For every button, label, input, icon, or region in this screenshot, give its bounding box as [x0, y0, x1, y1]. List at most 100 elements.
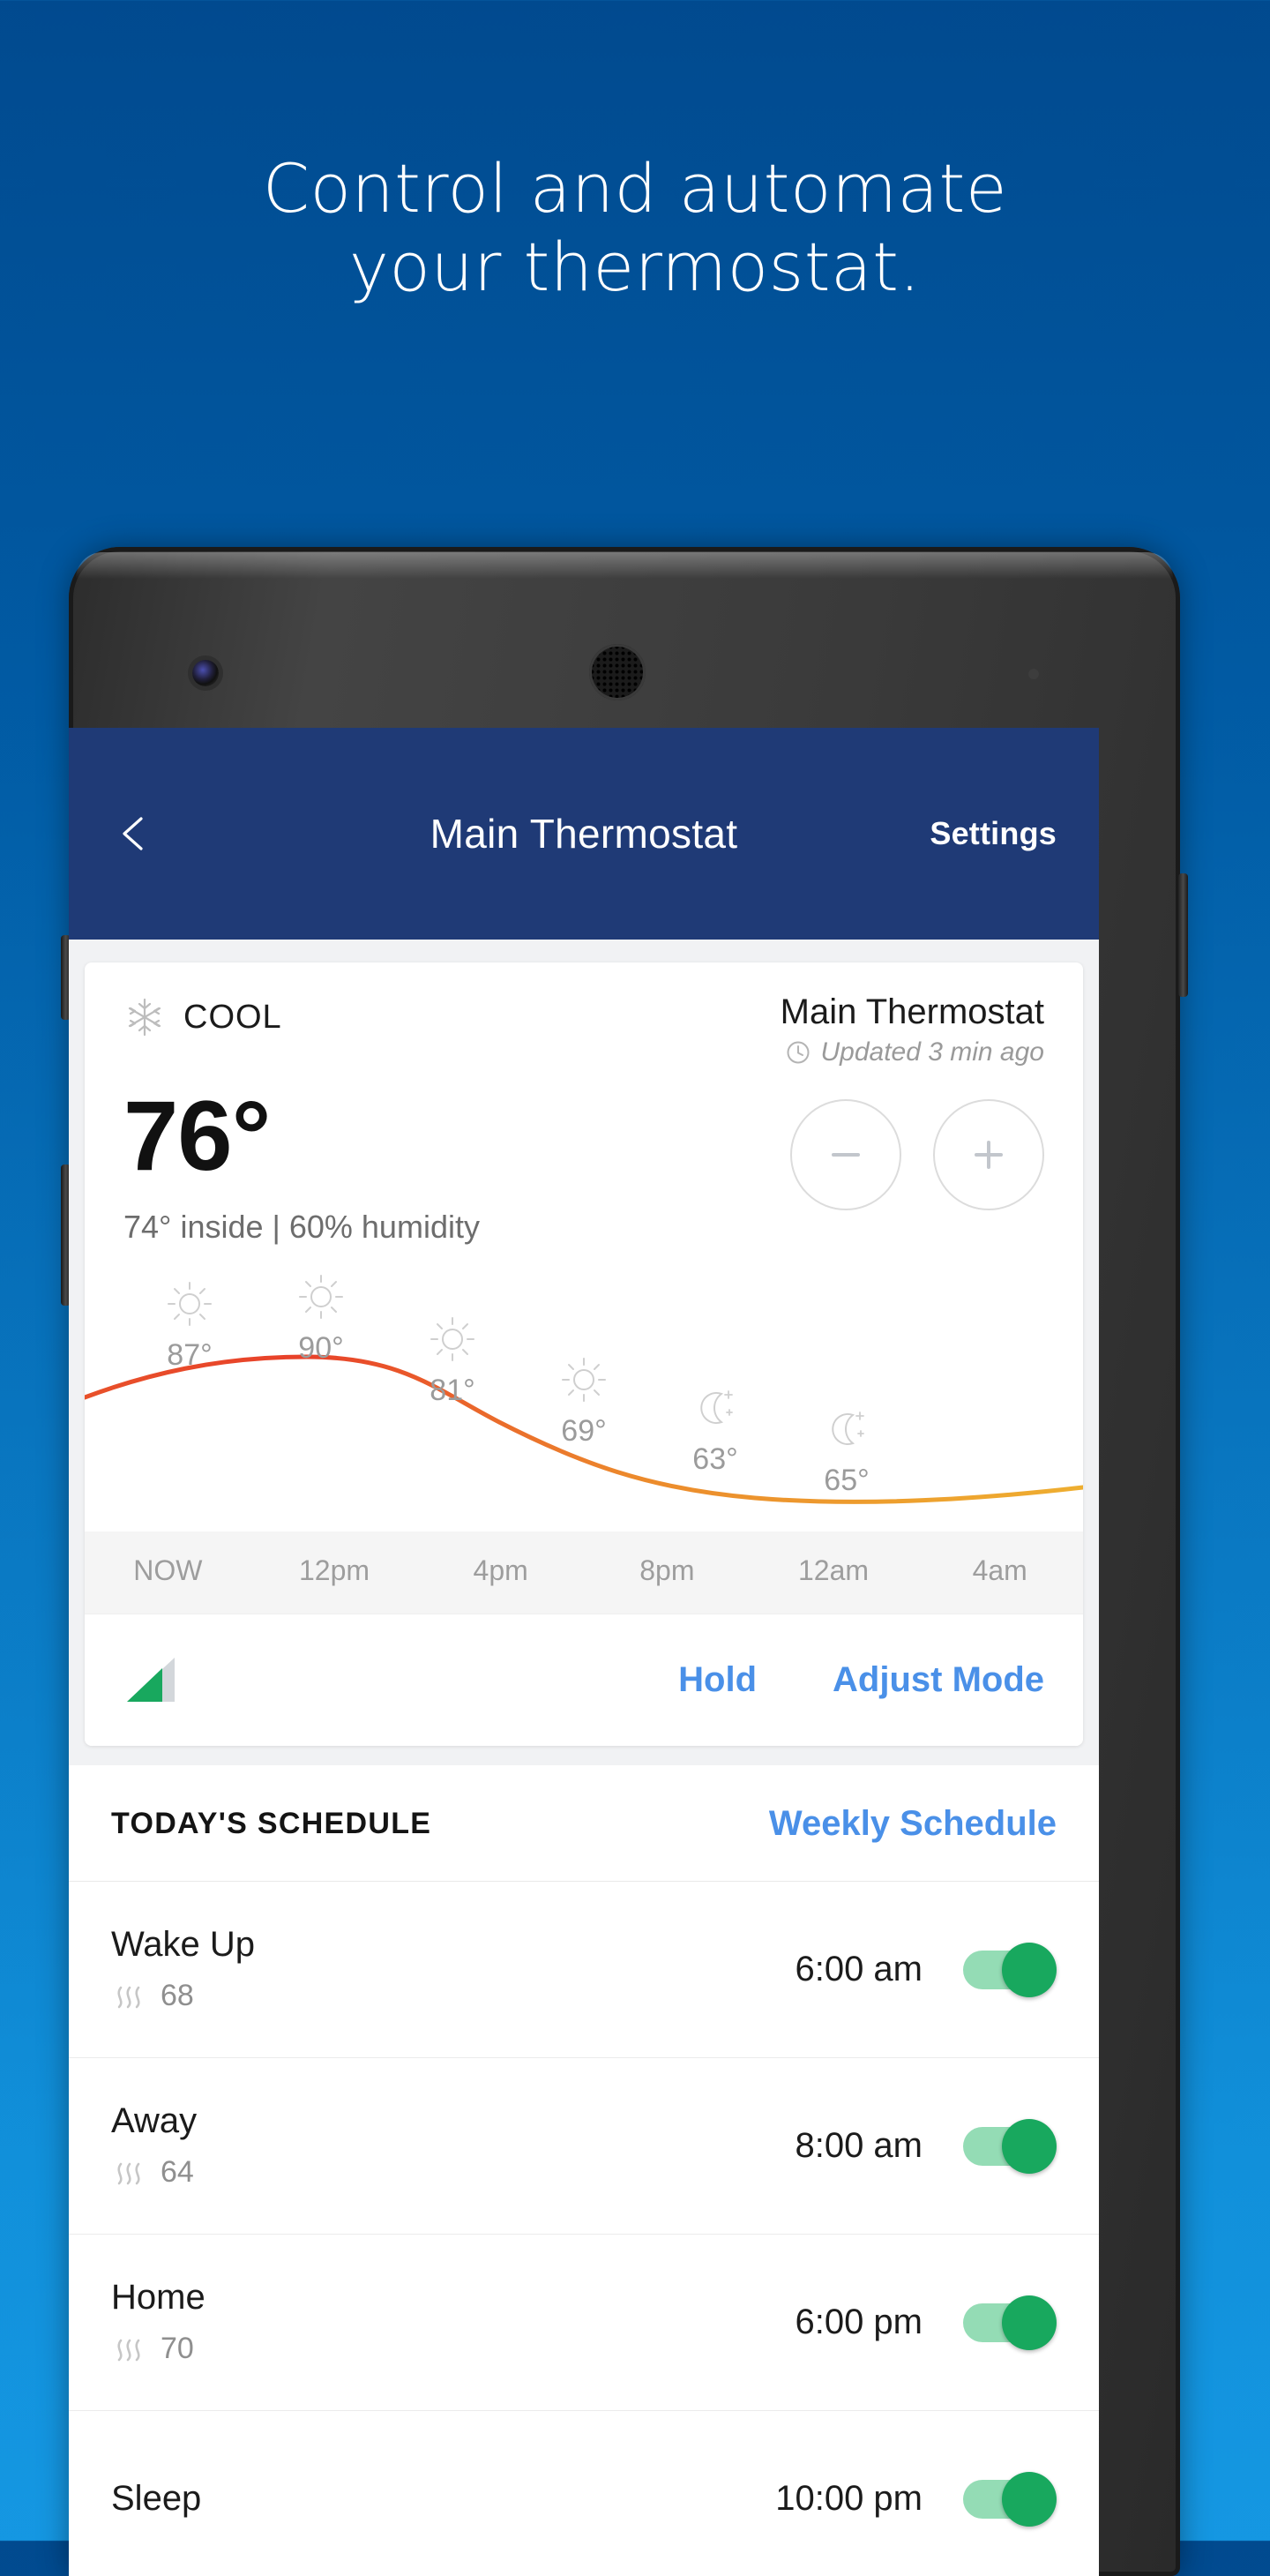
timeline-label-5: 4am	[972, 1554, 1027, 1586]
timeline-label-3: 8pm	[639, 1554, 695, 1586]
settings-button[interactable]: Settings	[930, 815, 1057, 852]
timeline-label-4: 12am	[798, 1554, 870, 1586]
thermostat-actions: Hold Adjust Mode	[678, 1660, 1044, 1700]
minus-icon	[832, 1153, 860, 1157]
schedule-row-toggle[interactable]	[963, 2471, 1057, 2527]
table-row[interactable]: Home 70 6:00 pm	[69, 2235, 1099, 2411]
toggle-knob	[1002, 2471, 1057, 2527]
forecast-temp-4: 63°	[692, 1442, 738, 1476]
app-bar: Main Thermostat Settings	[69, 728, 1099, 940]
schedule-row-info: Sleep	[111, 2479, 775, 2519]
temperature-detail: 74° inside | 60% humidity	[123, 1209, 480, 1245]
sun-icon	[430, 1317, 474, 1361]
timeline-label-0: NOW	[133, 1554, 203, 1586]
phone-mockup: Main Thermostat Settings COOL Main Therm…	[61, 547, 1188, 2576]
schedule-row-name: Sleep	[111, 2479, 202, 2518]
front-camera-icon	[192, 660, 219, 686]
schedule-row-temp: 70	[161, 2331, 194, 2365]
toggle-knob	[1002, 1942, 1057, 1997]
schedule-row-time: 8:00 am	[795, 2126, 923, 2165]
temperature-row: 76° 74° inside | 60% humidity	[123, 1087, 1044, 1246]
heat-waves-icon	[117, 2162, 140, 2185]
schedule-row-toggle[interactable]	[963, 1942, 1057, 1997]
hold-button[interactable]: Hold	[678, 1660, 757, 1700]
forecast-temp-0: 87°	[167, 1338, 213, 1372]
toggle-knob	[1002, 2295, 1057, 2350]
moon-icon	[832, 1412, 864, 1445]
schedule-row-time: 6:00 pm	[795, 2303, 923, 2341]
signal-strength-icon	[127, 1657, 175, 1702]
forecast-temp-5: 65°	[824, 1464, 870, 1497]
weekly-schedule-link[interactable]: Weekly Schedule	[769, 1804, 1057, 1844]
increase-temperature-button[interactable]	[933, 1099, 1044, 1210]
timeline-label-2: 4pm	[473, 1554, 528, 1586]
thermostat-card-top: COOL Main Thermostat Updated 3 min ago 7…	[85, 962, 1083, 1246]
forecast-point-5: 65°	[789, 1403, 904, 1498]
schedule-header: TODAY'S SCHEDULE Weekly Schedule	[69, 1765, 1099, 1882]
heat-waves-icon	[117, 1986, 140, 2009]
today-schedule-section: TODAY'S SCHEDULE Weekly Schedule Wake Up	[69, 1765, 1099, 2576]
schedule-row-time: 10:00 pm	[775, 2479, 923, 2518]
clock-icon	[787, 1041, 810, 1064]
moon-icon	[700, 1390, 733, 1424]
forecast-timeline: NOW 12pm 4pm 8pm 12am 4am	[85, 1531, 1083, 1614]
schedule-row-name: Wake Up	[111, 1925, 256, 1964]
sun-icon	[168, 1282, 212, 1326]
thermostat-card: COOL Main Thermostat Updated 3 min ago 7…	[85, 962, 1083, 1746]
forecast-point-3: 69°	[527, 1353, 641, 1449]
forecast-point-0: 87°	[132, 1277, 247, 1373]
snowflake-icon	[128, 998, 161, 1037]
schedule-row-toggle[interactable]	[963, 2295, 1057, 2350]
proximity-sensor-icon	[1028, 669, 1039, 679]
forecast-point-1: 90°	[264, 1270, 378, 1366]
heat-waves-icon	[117, 2339, 140, 2362]
forecast-temp-3: 69°	[561, 1414, 607, 1448]
schedule-row-time: 6:00 am	[795, 1950, 923, 1988]
device-updated-label: Updated 3 min ago	[820, 1037, 1044, 1067]
device-name: Main Thermostat	[780, 992, 1044, 1031]
schedule-row-temp: 64	[161, 2154, 194, 2189]
table-row[interactable]: Sleep 10:00 pm	[69, 2411, 1099, 2576]
promo-headline: Control and automate your thermostat.	[0, 149, 1270, 307]
adjust-mode-button[interactable]: Adjust Mode	[833, 1660, 1044, 1700]
forecast-temp-1: 90°	[298, 1331, 344, 1365]
phone-screen: Main Thermostat Settings COOL Main Therm…	[69, 728, 1099, 2576]
sun-icon	[562, 1358, 606, 1402]
phone-bezel-highlight	[76, 552, 1173, 579]
schedule-row-temp: 68	[161, 1978, 194, 2012]
schedule-row-toggle[interactable]	[963, 2118, 1057, 2174]
target-temperature: 76°	[123, 1081, 271, 1191]
mode-indicator[interactable]: COOL	[123, 992, 282, 1038]
forecast-temp-2: 81°	[430, 1374, 475, 1407]
device-updated: Updated 3 min ago	[781, 1037, 1044, 1067]
forecast-chart: 87° 90° 81° 69° 63° 65°	[85, 1258, 1083, 1531]
timeline-label-1: 12pm	[298, 1554, 370, 1586]
forecast-point-2: 81°	[395, 1313, 510, 1408]
table-row[interactable]: Wake Up 68 6:00 am	[69, 1882, 1099, 2058]
side-button-right[interactable]	[1178, 873, 1188, 997]
back-button[interactable]	[115, 813, 155, 854]
plus-icon	[975, 1141, 1003, 1169]
earpiece-speaker-icon	[589, 644, 646, 700]
schedule-row-info: Wake Up 68	[111, 1925, 795, 2014]
schedule-row-name: Home	[111, 2278, 205, 2317]
promo-headline-line2: your thermostat.	[348, 227, 922, 306]
temperature-steppers	[790, 1087, 1044, 1210]
promo-headline-line1: Control and automate	[262, 149, 1008, 228]
temperature-block: 76° 74° inside | 60% humidity	[123, 1087, 480, 1246]
decrease-temperature-button[interactable]	[790, 1099, 901, 1210]
schedule-row-setpoint: 68	[111, 1977, 795, 2014]
mode-label: COOL	[183, 998, 282, 1036]
chevron-left-icon	[123, 817, 143, 850]
schedule-row-setpoint: 64	[111, 2153, 795, 2190]
thermostat-action-bar: Hold Adjust Mode	[85, 1614, 1083, 1746]
schedule-row-info: Home 70	[111, 2278, 795, 2367]
table-row[interactable]: Away 64 8:00 am	[69, 2058, 1099, 2235]
schedule-row-name: Away	[111, 2101, 198, 2140]
schedule-row-info: Away 64	[111, 2101, 795, 2190]
forecast-point-4: 63°	[658, 1382, 773, 1477]
sun-icon	[299, 1275, 343, 1319]
toggle-knob	[1002, 2118, 1057, 2174]
schedule-row-setpoint: 70	[111, 2330, 795, 2367]
schedule-heading: TODAY'S SCHEDULE	[111, 1807, 432, 1840]
